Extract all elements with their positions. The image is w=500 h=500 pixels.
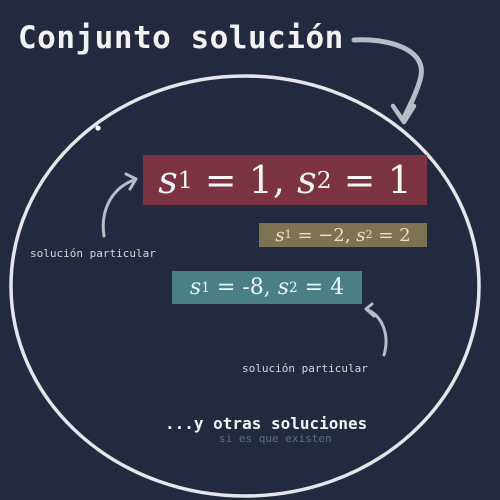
- s1-var: s: [158, 158, 178, 202]
- s2-value: 4: [330, 275, 345, 300]
- s2-value: 2: [399, 224, 411, 246]
- s2-var: s: [356, 224, 366, 246]
- s1-value: −2: [318, 224, 345, 246]
- particular-solution-label-right: solución particular: [242, 362, 368, 375]
- solution-box-main: s1 = 1, s2 = 1: [143, 155, 427, 205]
- s2-value: 1: [387, 158, 412, 202]
- s2-var: s: [297, 158, 317, 202]
- right-label-arrow: [366, 308, 388, 357]
- other-solutions-label: ...y otras soluciones: [165, 414, 368, 433]
- particular-solution-label-left: solución particular: [30, 247, 156, 260]
- s1-value: -8: [242, 275, 264, 300]
- other-solutions-sublabel: si es que existen: [219, 432, 332, 445]
- solution-box-teal: s1 = -8, s2 = 4: [172, 271, 362, 304]
- s1-var: s: [275, 224, 285, 246]
- solution-box-mid: s1 = −2, s2 = 2: [259, 223, 427, 247]
- ellipse-dot: [95, 125, 101, 131]
- s2-var: s: [277, 275, 290, 300]
- diagram-title: Conjunto solución: [18, 20, 344, 56]
- s1-var: s: [189, 275, 202, 300]
- s1-value: 1: [248, 158, 273, 202]
- diagram-canvas: Conjunto solución s1 = 1, s2 = 1 s1 = −2…: [0, 0, 500, 500]
